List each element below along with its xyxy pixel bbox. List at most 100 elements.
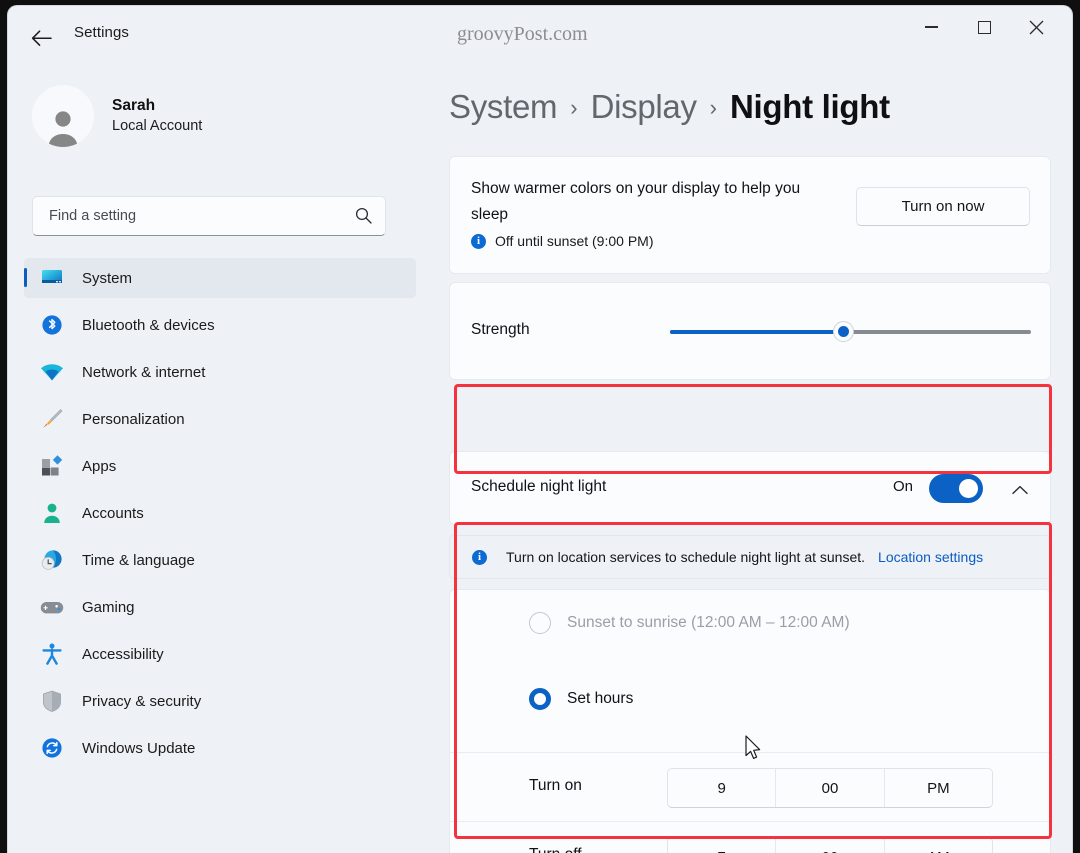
radio-sunset-to-sunrise[interactable]: Sunset to sunrise (12:00 AM – 12:00 AM) xyxy=(529,612,850,634)
title-bar: Settings groovyPost.com xyxy=(8,6,1072,68)
location-services-info-strip: i Turn on location services to schedule … xyxy=(449,535,1051,579)
search-box[interactable] xyxy=(32,196,386,236)
account-name: Sarah xyxy=(112,96,156,114)
sidebar-item-label: Bluetooth & devices xyxy=(82,316,215,334)
clock-globe-icon xyxy=(38,549,66,571)
account-block[interactable]: Sarah Local Account xyxy=(32,85,202,147)
bluetooth-icon xyxy=(38,314,66,336)
slider-thumb[interactable] xyxy=(833,321,855,342)
gamepad-icon xyxy=(38,599,66,616)
night-light-status-text: Off until sunset (9:00 PM) xyxy=(495,233,654,249)
sidebar-item-label: Network & internet xyxy=(82,363,206,381)
sidebar-item-label: Windows Update xyxy=(82,739,196,757)
paintbrush-icon xyxy=(38,408,66,430)
location-settings-link[interactable]: Location settings xyxy=(878,549,983,565)
sidebar-item-time-language[interactable]: Time & language xyxy=(24,540,416,580)
sidebar: Sarah Local Account Find a setting Syste… xyxy=(8,68,428,853)
sidebar-item-gaming[interactable]: Gaming xyxy=(24,587,416,627)
breadcrumb-display[interactable]: Display xyxy=(591,88,697,126)
turn-off-row: Turn off 7 00 AM xyxy=(450,821,1052,853)
apps-icon xyxy=(38,455,66,477)
close-button[interactable] xyxy=(1013,6,1060,48)
person-avatar-icon xyxy=(48,111,78,147)
page-title: Night light xyxy=(730,88,890,125)
accessibility-icon xyxy=(38,643,66,665)
sidebar-item-system[interactable]: System xyxy=(24,258,416,298)
sidebar-item-apps[interactable]: Apps xyxy=(24,446,416,486)
turn-off-hour-field[interactable]: 7 xyxy=(668,838,775,853)
account-type: Local Account xyxy=(112,117,203,134)
settings-window: Settings groovyPost.com Sarah Local Acco… xyxy=(8,6,1072,853)
night-light-description: Show warmer colors on your display to he… xyxy=(471,180,801,223)
mouse-pointer-icon xyxy=(745,735,763,766)
info-icon: i xyxy=(471,233,486,249)
sidebar-item-label: Time & language xyxy=(82,551,195,569)
strength-label: Strength xyxy=(471,321,530,338)
night-light-status: i Off until sunset (9:00 PM) xyxy=(471,233,653,249)
radio-button-unselected[interactable] xyxy=(529,612,551,634)
slider-fill xyxy=(670,330,844,334)
breadcrumb-system[interactable]: System xyxy=(449,88,558,126)
set-hours-section: Sunset to sunrise (12:00 AM – 12:00 AM) … xyxy=(449,589,1052,853)
chevron-up-icon[interactable] xyxy=(1008,479,1032,501)
sidebar-item-windows-update[interactable]: Windows Update xyxy=(24,728,416,768)
night-light-summary-card: Show warmer colors on your display to he… xyxy=(449,156,1051,274)
turn-on-hour-field[interactable]: 9 xyxy=(668,769,775,807)
sidebar-item-bluetooth-devices[interactable]: Bluetooth & devices xyxy=(24,305,416,345)
breadcrumb: System › Display › Night light xyxy=(449,88,890,126)
turn-on-now-button[interactable]: Turn on now xyxy=(856,187,1030,226)
minimize-icon xyxy=(925,26,938,28)
schedule-night-light-row[interactable]: Schedule night light On xyxy=(449,451,1051,525)
sidebar-item-privacy-security[interactable]: Privacy & security xyxy=(24,681,416,721)
turn-on-meridiem-field[interactable]: PM xyxy=(883,769,992,807)
schedule-night-light-toggle[interactable] xyxy=(929,474,983,503)
chevron-right-icon: › xyxy=(570,95,578,120)
sidebar-item-label: Privacy & security xyxy=(82,692,202,710)
maximize-icon xyxy=(978,20,991,34)
turn-on-minute-field[interactable]: 00 xyxy=(775,769,883,807)
sidebar-nav: System Bluetooth & devices Network & int… xyxy=(24,258,416,775)
watermark: groovyPost.com xyxy=(457,23,588,45)
radio-set-hours[interactable]: Set hours xyxy=(529,688,633,710)
turn-on-label: Turn on xyxy=(529,777,582,794)
turn-off-label: Turn off xyxy=(529,846,582,853)
turn-off-meridiem-field[interactable]: AM xyxy=(883,838,992,853)
radio-label: Sunset to sunrise (12:00 AM – 12:00 AM) xyxy=(567,614,850,631)
sidebar-item-label: Accessibility xyxy=(82,645,164,663)
search-input[interactable] xyxy=(47,207,341,225)
sidebar-item-label: Apps xyxy=(82,457,117,475)
sidebar-item-personalization[interactable]: Personalization xyxy=(24,399,416,439)
sidebar-item-label: Personalization xyxy=(82,410,185,428)
arrow-left-icon xyxy=(31,29,52,46)
sidebar-item-label: System xyxy=(82,269,133,287)
app-title: Settings xyxy=(74,24,129,41)
monitor-icon xyxy=(38,268,66,288)
sidebar-item-accounts[interactable]: Accounts xyxy=(24,493,416,533)
update-icon xyxy=(38,737,66,759)
schedule-night-light-label: Schedule night light xyxy=(471,478,607,495)
sidebar-item-label: Accounts xyxy=(82,504,144,522)
close-icon xyxy=(1029,20,1044,34)
sidebar-item-label: Gaming xyxy=(82,598,135,616)
toggle-state-label: On xyxy=(892,478,913,495)
maximize-button[interactable] xyxy=(961,6,1008,48)
turn-on-time-picker[interactable]: 9 00 PM xyxy=(667,768,993,808)
back-button[interactable] xyxy=(24,22,58,54)
wifi-icon xyxy=(38,363,66,381)
sidebar-item-network-internet[interactable]: Network & internet xyxy=(24,352,416,392)
strength-slider[interactable] xyxy=(670,321,1031,342)
account-icon xyxy=(38,502,66,524)
shield-icon xyxy=(38,690,66,712)
strength-card: Strength xyxy=(449,282,1051,380)
turn-off-time-picker[interactable]: 7 00 AM xyxy=(667,837,993,853)
sidebar-item-accessibility[interactable]: Accessibility xyxy=(24,634,416,674)
location-services-info-text: Turn on location services to schedule ni… xyxy=(506,549,866,565)
radio-label: Set hours xyxy=(567,690,634,707)
info-icon: i xyxy=(472,549,487,565)
turn-off-minute-field[interactable]: 00 xyxy=(775,838,883,853)
minimize-button[interactable] xyxy=(908,6,955,48)
avatar xyxy=(32,85,94,147)
search-icon xyxy=(355,207,372,229)
radio-button-selected[interactable] xyxy=(529,688,551,710)
chevron-right-icon: › xyxy=(709,95,717,120)
